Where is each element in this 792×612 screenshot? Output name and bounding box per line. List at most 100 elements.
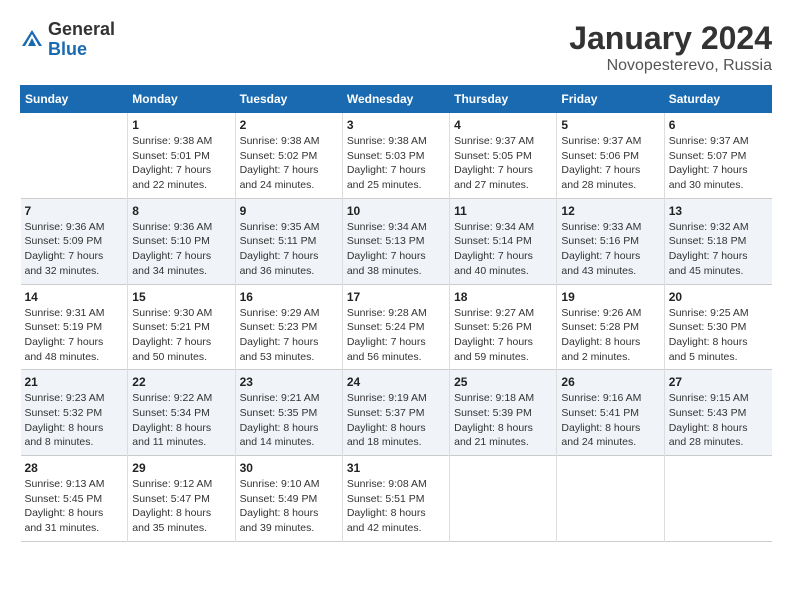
calendar-cell: 23Sunrise: 9:21 AM Sunset: 5:35 PM Dayli… <box>235 370 342 456</box>
day-number: 20 <box>669 290 768 304</box>
calendar-cell: 15 Sunrise: 9:30 AM Sunset: 5:21 PM Dayli… <box>128 284 235 370</box>
day-info: Sunrise: 9:30 AM Sunset: 5:21 PM Dayligh… <box>132 306 230 365</box>
weekday-header: Tuesday <box>235 86 342 113</box>
day-number: 31 <box>347 461 445 475</box>
calendar-cell: 24 Sunrise: 9:19 AM Sunset: 5:37 PM Dayli… <box>342 370 449 456</box>
weekday-header: Sunday <box>21 86 128 113</box>
day-info: Sunrise: 9:38 AM Sunset: 5:03 PM Dayligh… <box>347 134 445 193</box>
day-info: Sunrise: 9:36 AM Sunset: 5:10 PM Dayligh… <box>132 220 230 279</box>
day-number: 22 <box>132 375 230 389</box>
calendar-cell: 16 Sunrise: 9:29 AM Sunset: 5:23 PM Dayli… <box>235 284 342 370</box>
day-info: Sunrise: 9:12 AM Sunset: 5:47 PM Dayligh… <box>132 477 230 536</box>
calendar-cell <box>557 456 664 542</box>
day-info: Sunrise: 9:26 AM Sunset: 5:28 PM Dayligh… <box>561 306 659 365</box>
calendar-cell: 27Sunrise: 9:15 AM Sunset: 5:43 PM Dayli… <box>664 370 771 456</box>
calendar-cell: 10 Sunrise: 9:34 AM Sunset: 5:13 PM Dayli… <box>342 198 449 284</box>
day-info: Sunrise: 9:34 AM Sunset: 5:14 PM Dayligh… <box>454 220 552 279</box>
calendar-week-row: 7Sunrise: 9:36 AM Sunset: 5:09 PM Daylig… <box>21 198 772 284</box>
day-number: 29 <box>132 461 230 475</box>
calendar-cell: 31 Sunrise: 9:08 AM Sunset: 5:51 PM Dayli… <box>342 456 449 542</box>
day-info: Sunrise: 9:08 AM Sunset: 5:51 PM Dayligh… <box>347 477 445 536</box>
day-number: 26 <box>561 375 659 389</box>
day-number: 27 <box>669 375 768 389</box>
calendar-cell: 18Sunrise: 9:27 AM Sunset: 5:26 PM Dayli… <box>450 284 557 370</box>
calendar-week-row: 14 Sunrise: 9:31 AM Sunset: 5:19 PM Dayli… <box>21 284 772 370</box>
calendar-table: SundayMondayTuesdayWednesdayThursdayFrid… <box>20 85 772 542</box>
calendar-cell: 29 Sunrise: 9:12 AM Sunset: 5:47 PM Dayli… <box>128 456 235 542</box>
day-number: 11 <box>454 204 552 218</box>
day-info: Sunrise: 9:19 AM Sunset: 5:37 PM Dayligh… <box>347 391 445 450</box>
calendar-cell: 14 Sunrise: 9:31 AM Sunset: 5:19 PM Dayli… <box>21 284 128 370</box>
day-number: 2 <box>240 118 338 132</box>
day-number: 15 <box>132 290 230 304</box>
day-number: 23 <box>240 375 338 389</box>
calendar-cell <box>21 113 128 199</box>
calendar-cell: 7Sunrise: 9:36 AM Sunset: 5:09 PM Daylig… <box>21 198 128 284</box>
calendar-cell: 25Sunrise: 9:18 AM Sunset: 5:39 PM Dayli… <box>450 370 557 456</box>
day-number: 14 <box>25 290 124 304</box>
day-info: Sunrise: 9:36 AM Sunset: 5:09 PM Dayligh… <box>25 220 124 279</box>
day-info: Sunrise: 9:38 AM Sunset: 5:01 PM Dayligh… <box>132 134 230 193</box>
calendar-cell: 13Sunrise: 9:32 AM Sunset: 5:18 PM Dayli… <box>664 198 771 284</box>
day-info: Sunrise: 9:34 AM Sunset: 5:13 PM Dayligh… <box>347 220 445 279</box>
day-number: 4 <box>454 118 552 132</box>
calendar-cell: 26 Sunrise: 9:16 AM Sunset: 5:41 PM Dayli… <box>557 370 664 456</box>
calendar-cell <box>450 456 557 542</box>
page-header: General Blue January 2024 Novopesterevo,… <box>20 20 772 75</box>
day-number: 16 <box>240 290 338 304</box>
logo-text: General Blue <box>48 20 115 60</box>
day-info: Sunrise: 9:38 AM Sunset: 5:02 PM Dayligh… <box>240 134 338 193</box>
calendar-cell: 11 Sunrise: 9:34 AM Sunset: 5:14 PM Dayli… <box>450 198 557 284</box>
day-info: Sunrise: 9:25 AM Sunset: 5:30 PM Dayligh… <box>669 306 768 365</box>
day-info: Sunrise: 9:33 AM Sunset: 5:16 PM Dayligh… <box>561 220 659 279</box>
calendar-week-row: 21 Sunrise: 9:23 AM Sunset: 5:32 PM Dayli… <box>21 370 772 456</box>
day-number: 10 <box>347 204 445 218</box>
day-number: 8 <box>132 204 230 218</box>
logo-icon <box>20 28 44 52</box>
day-info: Sunrise: 9:10 AM Sunset: 5:49 PM Dayligh… <box>240 477 338 536</box>
calendar-cell: 12Sunrise: 9:33 AM Sunset: 5:16 PM Dayli… <box>557 198 664 284</box>
calendar-cell: 5Sunrise: 9:37 AM Sunset: 5:06 PM Daylig… <box>557 113 664 199</box>
weekday-header-row: SundayMondayTuesdayWednesdayThursdayFrid… <box>21 86 772 113</box>
day-number: 13 <box>669 204 768 218</box>
day-info: Sunrise: 9:31 AM Sunset: 5:19 PM Dayligh… <box>25 306 124 365</box>
calendar-cell <box>664 456 771 542</box>
day-number: 21 <box>25 375 124 389</box>
calendar-cell: 22 Sunrise: 9:22 AM Sunset: 5:34 PM Dayli… <box>128 370 235 456</box>
day-info: Sunrise: 9:35 AM Sunset: 5:11 PM Dayligh… <box>240 220 338 279</box>
calendar-cell: 4 Sunrise: 9:37 AM Sunset: 5:05 PM Daylig… <box>450 113 557 199</box>
calendar-cell: 20 Sunrise: 9:25 AM Sunset: 5:30 PM Dayli… <box>664 284 771 370</box>
calendar-cell: 2 Sunrise: 9:38 AM Sunset: 5:02 PM Daylig… <box>235 113 342 199</box>
day-number: 28 <box>25 461 124 475</box>
weekday-header: Monday <box>128 86 235 113</box>
calendar-week-row: 28 Sunrise: 9:13 AM Sunset: 5:45 PM Dayli… <box>21 456 772 542</box>
calendar-subtitle: Novopesterevo, Russia <box>569 57 772 75</box>
day-info: Sunrise: 9:16 AM Sunset: 5:41 PM Dayligh… <box>561 391 659 450</box>
title-block: January 2024 Novopesterevo, Russia <box>569 20 772 75</box>
day-info: Sunrise: 9:27 AM Sunset: 5:26 PM Dayligh… <box>454 306 552 365</box>
day-info: Sunrise: 9:23 AM Sunset: 5:32 PM Dayligh… <box>25 391 124 450</box>
weekday-header: Thursday <box>450 86 557 113</box>
day-info: Sunrise: 9:29 AM Sunset: 5:23 PM Dayligh… <box>240 306 338 365</box>
calendar-cell: 6Sunrise: 9:37 AM Sunset: 5:07 PM Daylig… <box>664 113 771 199</box>
calendar-title: January 2024 <box>569 20 772 57</box>
day-info: Sunrise: 9:18 AM Sunset: 5:39 PM Dayligh… <box>454 391 552 450</box>
weekday-header: Saturday <box>664 86 771 113</box>
day-number: 24 <box>347 375 445 389</box>
calendar-cell: 3 Sunrise: 9:38 AM Sunset: 5:03 PM Daylig… <box>342 113 449 199</box>
day-number: 17 <box>347 290 445 304</box>
calendar-cell: 8 Sunrise: 9:36 AM Sunset: 5:10 PM Daylig… <box>128 198 235 284</box>
logo-general: General <box>48 20 115 40</box>
calendar-cell: 28 Sunrise: 9:13 AM Sunset: 5:45 PM Dayli… <box>21 456 128 542</box>
day-info: Sunrise: 9:37 AM Sunset: 5:06 PM Dayligh… <box>561 134 659 193</box>
day-number: 9 <box>240 204 338 218</box>
calendar-cell: 30Sunrise: 9:10 AM Sunset: 5:49 PM Dayli… <box>235 456 342 542</box>
calendar-cell: 19Sunrise: 9:26 AM Sunset: 5:28 PM Dayli… <box>557 284 664 370</box>
day-info: Sunrise: 9:37 AM Sunset: 5:07 PM Dayligh… <box>669 134 768 193</box>
day-info: Sunrise: 9:37 AM Sunset: 5:05 PM Dayligh… <box>454 134 552 193</box>
day-info: Sunrise: 9:13 AM Sunset: 5:45 PM Dayligh… <box>25 477 124 536</box>
calendar-cell: 1Sunrise: 9:38 AM Sunset: 5:01 PM Daylig… <box>128 113 235 199</box>
day-number: 3 <box>347 118 445 132</box>
logo: General Blue <box>20 20 115 60</box>
day-info: Sunrise: 9:22 AM Sunset: 5:34 PM Dayligh… <box>132 391 230 450</box>
